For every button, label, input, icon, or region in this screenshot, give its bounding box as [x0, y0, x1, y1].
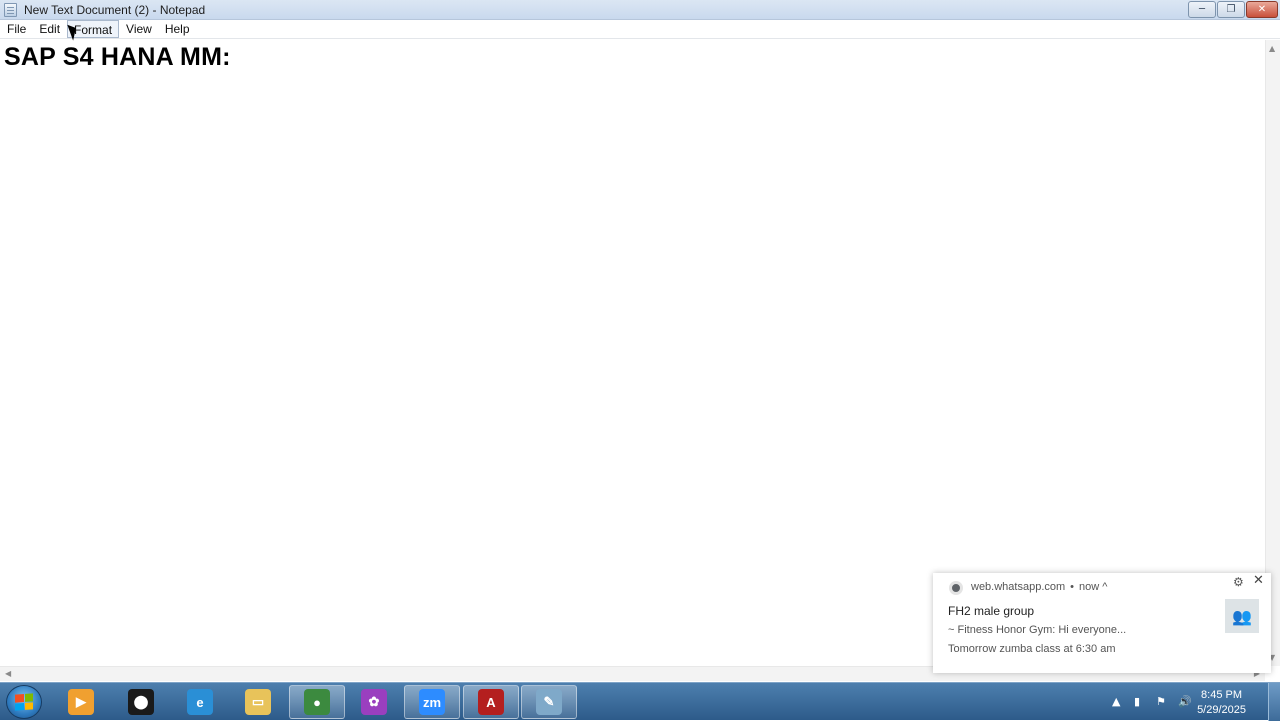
volume-icon[interactable]: 🔊 — [1178, 695, 1192, 708]
minimize-button[interactable]: ─ — [1188, 1, 1216, 18]
notification-title: FH2 male group — [948, 604, 1035, 618]
chrome-icon: ● — [304, 689, 330, 715]
taskbar-notepad[interactable]: ✎ — [521, 685, 577, 719]
chrome-icon — [949, 581, 963, 595]
close-icon[interactable]: ✕ — [1253, 573, 1264, 588]
group-avatar-icon: 👥 — [1225, 599, 1259, 633]
action-center-icon[interactable]: ⚑ — [1156, 695, 1166, 708]
menu-bar: File Edit Format View Help — [0, 20, 1280, 39]
notification-line-1: ~ Fitness Honor Gym: Hi everyone... — [948, 624, 1127, 636]
zoom-icon: zm — [419, 689, 445, 715]
internet-explorer-icon: e — [187, 689, 213, 715]
taskbar-zoom[interactable]: zm — [404, 685, 460, 719]
scroll-up-icon[interactable]: ▲ — [1269, 44, 1275, 53]
title-bar: New Text Document (2) - Notepad ─ ❐ ✕ — [0, 0, 1280, 20]
taskbar: ▶ ⬤ e ▭ ● ✿ zm A ✎ ▲ ▮ ⚑ 🔊 8:45 PM 5/29/2025 — [0, 682, 1280, 721]
menu-edit[interactable]: Edit — [33, 20, 66, 38]
system-tray: ▲ ▮ ⚑ 🔊 8:45 PM 5/29/2025 — [1100, 683, 1280, 721]
notification-line-2: Tomorrow zumba class at 6:30 am — [948, 643, 1116, 655]
window-title: New Text Document (2) - Notepad — [24, 3, 206, 17]
show-hidden-icons-icon[interactable]: ▲ — [1112, 695, 1120, 708]
file-explorer-icon: ▭ — [245, 689, 271, 715]
clock[interactable]: 8:45 PM 5/29/2025 — [1197, 688, 1246, 718]
expand-icon[interactable]: ^ — [1102, 581, 1107, 593]
window-controls: ─ ❐ ✕ — [1188, 1, 1278, 18]
colorful-app-icon: ✿ — [361, 689, 387, 715]
windows-logo-icon — [15, 693, 33, 711]
taskbar-media-player[interactable]: ▶ — [53, 685, 109, 719]
scroll-left-icon[interactable]: ◀ — [5, 669, 11, 678]
acrobat-icon: A — [478, 689, 504, 715]
notepad-icon: ✎ — [536, 689, 562, 715]
notepad-icon — [4, 3, 17, 17]
clock-date: 5/29/2025 — [1197, 704, 1246, 716]
network-icon[interactable]: ▮ — [1134, 695, 1140, 708]
taskbar-chrome[interactable]: ● — [289, 685, 345, 719]
gear-icon[interactable]: ⚙ — [1233, 575, 1244, 589]
notification-source: web.whatsapp.com • now ^ — [971, 581, 1108, 593]
taskbar-app-pin[interactable]: ⬤ — [113, 685, 169, 719]
taskbar-acrobat[interactable]: A — [463, 685, 519, 719]
editor-text: SAP S4 HANA MM: — [4, 43, 231, 71]
media-player-icon: ▶ — [68, 689, 94, 715]
clock-time: 8:45 PM — [1201, 689, 1243, 701]
taskbar-file-explorer[interactable]: ▭ — [230, 685, 286, 719]
taskbar-internet-explorer[interactable]: e — [172, 685, 228, 719]
notification-site: web.whatsapp.com — [971, 581, 1066, 593]
taskbar-colorful-app[interactable]: ✿ — [346, 685, 402, 719]
app-pin-icon: ⬤ — [128, 689, 154, 715]
close-button[interactable]: ✕ — [1246, 1, 1278, 18]
notification-time: now — [1079, 581, 1100, 593]
whatsapp-notification[interactable]: web.whatsapp.com • now ^ ⚙ ✕ FH2 male grou… — [933, 573, 1271, 673]
menu-help[interactable]: Help — [159, 20, 196, 38]
restore-button[interactable]: ❐ — [1217, 1, 1245, 18]
start-button[interactable] — [6, 685, 42, 719]
menu-view[interactable]: View — [120, 20, 158, 38]
show-desktop-button[interactable] — [1268, 683, 1280, 721]
menu-file[interactable]: File — [1, 20, 32, 38]
